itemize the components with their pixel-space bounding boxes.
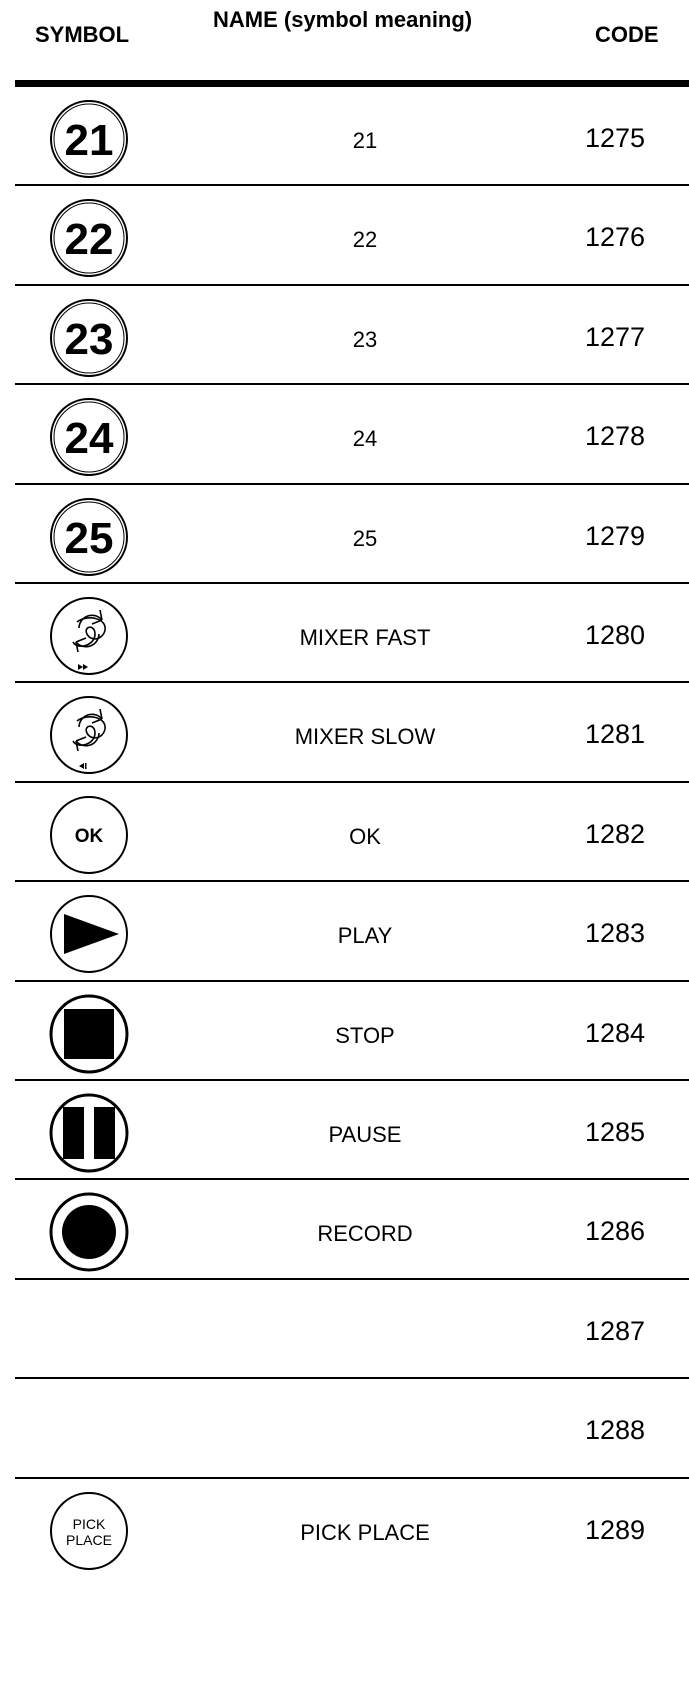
symbol-code: 1285 <box>585 1117 646 1147</box>
symbol-code: 1277 <box>585 321 646 352</box>
svg-text:23: 23 <box>65 315 114 364</box>
number-25-icon: 25 <box>50 497 128 576</box>
symbol-cell: 23 <box>47 296 131 380</box>
number-23-icon: 23 <box>50 298 128 377</box>
column-header-name: NAME (symbol meaning) <box>213 7 473 32</box>
symbol-name: PICK PLACE <box>300 1519 430 1545</box>
symbol-cell: OK <box>47 793 131 877</box>
symbol-cell <box>47 594 131 678</box>
symbol-cell: 24 <box>47 395 131 479</box>
number-21-icon: 21 <box>50 100 128 178</box>
mixer-slow-icon <box>50 696 128 775</box>
symbol-code: 1278 <box>585 421 646 452</box>
table-row: PAUSE 1285 <box>0 1081 689 1181</box>
symbol-name: 21 <box>352 128 378 153</box>
symbol-code: 1289 <box>585 1514 646 1545</box>
table-row: 21 21 1275 <box>0 87 689 187</box>
symbol-code: 1282 <box>585 818 646 849</box>
symbol-code: 1287 <box>585 1315 646 1346</box>
symbol-code: 1286 <box>585 1216 646 1247</box>
symbol-code: 1279 <box>585 520 646 551</box>
table-row: 23 23 1277 <box>0 286 689 386</box>
table-row: PICK PLACE PICK PLACE 1289 <box>0 1479 689 1578</box>
number-24-icon: 24 <box>50 398 128 477</box>
symbol-code: 1281 <box>585 719 646 750</box>
symbol-code: 1275 <box>585 123 646 153</box>
ok-icon: OK <box>50 795 128 874</box>
symbol-name: OK <box>349 823 381 849</box>
symbol-name: 23 <box>352 326 378 352</box>
svg-text:24: 24 <box>65 414 114 463</box>
symbol-cell <box>47 1091 131 1175</box>
svg-text:OK: OK <box>75 826 104 847</box>
table-row: STOP 1284 <box>0 982 689 1081</box>
symbol-name: PAUSE <box>328 1122 402 1147</box>
symbol-name: 24 <box>352 426 378 452</box>
symbol-name: MIXER FAST <box>299 625 431 650</box>
symbol-code: 1288 <box>585 1415 646 1446</box>
svg-text:22: 22 <box>65 215 114 264</box>
table-row: MIXER SLOW 1281 <box>0 683 689 783</box>
svg-text:PLACE: PLACE <box>66 1532 112 1548</box>
symbol-code: 1284 <box>585 1017 646 1048</box>
symbol-name: 22 <box>352 227 378 253</box>
table-row: 22 22 1276 <box>0 186 689 286</box>
symbol-code: 1276 <box>585 222 646 253</box>
symbol-cell: 21 <box>47 97 131 181</box>
header-divider <box>15 80 689 87</box>
play-icon <box>50 895 128 974</box>
mixer-fast-icon <box>50 597 128 675</box>
table-row: PLAY 1283 <box>0 882 689 982</box>
symbol-cell: 22 <box>47 196 131 280</box>
symbol-cell <box>47 992 131 1076</box>
symbol-cell: 25 <box>47 495 131 579</box>
symbol-cell <box>47 693 131 777</box>
symbol-name: 25 <box>352 525 378 551</box>
table-row: 25 25 1279 <box>0 485 689 584</box>
number-22-icon: 22 <box>50 199 128 278</box>
pick-place-icon: PICKPLACE <box>50 1491 128 1570</box>
svg-text:PICK: PICK <box>73 1516 106 1532</box>
table-row: MIXER FAST 1280 <box>0 584 689 684</box>
symbol-cell <box>47 1190 131 1274</box>
table-row: 1287 <box>0 1280 689 1380</box>
symbol-name: STOP <box>335 1022 395 1048</box>
symbol-name: MIXER SLOW <box>294 724 436 750</box>
symbol-cell: PICK PLACE <box>47 1489 131 1573</box>
table-row: OK OK 1282 <box>0 783 689 883</box>
symbol-code: 1283 <box>585 918 646 949</box>
table-row: RECORD 1286 <box>0 1180 689 1280</box>
column-header-symbol: SYMBOL <box>35 22 130 47</box>
symbol-cell <box>47 892 131 976</box>
symbol-name: RECORD <box>317 1221 413 1247</box>
record-icon <box>49 1192 129 1272</box>
table-row: 1288 <box>0 1379 689 1479</box>
symbol-code: 1280 <box>585 620 646 650</box>
table-row: 24 24 1278 <box>0 385 689 485</box>
stop-icon <box>49 994 129 1074</box>
symbol-name: PLAY <box>337 923 393 949</box>
svg-text:21: 21 <box>65 116 114 165</box>
column-header-code: CODE <box>595 22 659 47</box>
svg-text:25: 25 <box>65 514 114 563</box>
pause-icon <box>49 1093 129 1173</box>
